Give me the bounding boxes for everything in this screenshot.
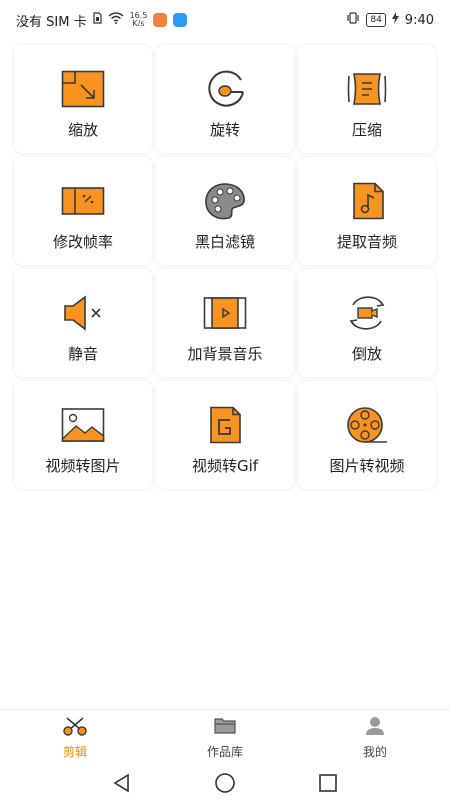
film-reel-icon — [343, 401, 391, 449]
tool-card-compress[interactable]: 压缩 — [298, 45, 436, 153]
sim-icon — [92, 12, 102, 28]
tool-label: 图片转视频 — [329, 457, 405, 475]
tool-card-extract-audio[interactable]: 提取音频 — [298, 157, 436, 265]
tool-label: 倒放 — [351, 345, 382, 363]
status-bar: 没有 SIM 卡 16.5 K/s 84 9:40 — [0, 0, 450, 40]
scale-icon — [59, 65, 107, 113]
compress-icon — [343, 65, 391, 113]
rotate-icon — [201, 65, 249, 113]
battery-indicator: 84 — [366, 13, 386, 27]
palette-icon — [201, 177, 249, 225]
status-bar-right: 84 9:40 — [346, 12, 434, 28]
tool-label: 视频转Gif — [191, 457, 259, 475]
tool-card-video-to-image[interactable]: 视频转图片 — [14, 381, 152, 489]
tab-edit[interactable]: 剪辑 — [0, 716, 150, 760]
tab-mine[interactable]: 我的 — [300, 716, 450, 760]
tool-label: 视频转图片 — [45, 457, 121, 475]
system-nav-bar — [0, 765, 450, 800]
gif-icon — [201, 401, 249, 449]
tool-card-rotate[interactable]: 旋转 — [156, 45, 294, 153]
home-button[interactable] — [210, 768, 240, 798]
tool-label: 静音 — [67, 345, 98, 363]
tool-label: 黑白滤镜 — [194, 233, 255, 251]
tool-label: 缩放 — [67, 121, 98, 139]
tool-label: 提取音频 — [336, 233, 397, 251]
status-bar-left: 没有 SIM 卡 16.5 K/s — [16, 11, 188, 30]
scissors-icon — [63, 716, 87, 740]
tool-label: 压缩 — [351, 121, 382, 139]
tab-label: 我的 — [362, 745, 387, 759]
vibrate-icon — [346, 12, 360, 28]
tool-card-reverse[interactable]: 倒放 — [298, 269, 436, 377]
app-screen: 没有 SIM 卡 16.5 K/s 84 9:40 缩放 旋转 压缩 修改帧率 … — [0, 0, 450, 800]
video-to-image-icon — [59, 401, 107, 449]
tool-label: 加背景音乐 — [187, 345, 263, 363]
audio-file-icon — [343, 177, 391, 225]
tab-label: 作品库 — [206, 745, 243, 759]
tool-label: 修改帧率 — [52, 233, 113, 251]
mute-icon — [59, 289, 107, 337]
tool-card-scale[interactable]: 缩放 — [14, 45, 152, 153]
charging-icon — [391, 12, 399, 28]
tool-card-background-music[interactable]: 加背景音乐 — [156, 269, 294, 377]
tool-card-frame-rate[interactable]: 修改帧率 — [14, 157, 152, 265]
tool-label: 旋转 — [209, 121, 240, 139]
tab-label: 剪辑 — [62, 745, 87, 759]
tab-works-library[interactable]: 作品库 — [150, 716, 300, 760]
bottom-tab-bar: 剪辑 作品库 我的 — [0, 709, 450, 766]
wifi-icon — [108, 12, 124, 28]
recents-square-icon — [319, 773, 338, 792]
back-button[interactable] — [107, 768, 137, 798]
tool-card-image-to-video[interactable]: 图片转视频 — [298, 381, 436, 489]
background-music-icon — [201, 289, 249, 337]
carrier-text: 没有 SIM 卡 — [16, 14, 87, 30]
frame-rate-icon — [59, 177, 107, 225]
person-icon — [363, 716, 387, 740]
reverse-icon — [343, 289, 391, 337]
folder-icon — [213, 716, 237, 740]
network-speed: 16.5 K/s — [130, 12, 148, 28]
clock-time: 9:40 — [404, 12, 434, 28]
message-app-icon — [153, 13, 168, 27]
tool-card-video-to-gif[interactable]: 视频转Gif — [156, 381, 294, 489]
recents-button[interactable] — [313, 768, 343, 798]
network-speed-unit: K/s — [132, 19, 145, 28]
tools-grid: 缩放 旋转 压缩 修改帧率 黑白滤镜 提取音频 静音 加背景音乐 倒放 视频转图… — [14, 45, 436, 489]
tool-card-bw-filter[interactable]: 黑白滤镜 — [156, 157, 294, 265]
home-circle-icon — [215, 772, 235, 793]
search-app-icon — [173, 13, 188, 27]
back-triangle-icon — [113, 773, 129, 792]
tool-card-mute[interactable]: 静音 — [14, 269, 152, 377]
